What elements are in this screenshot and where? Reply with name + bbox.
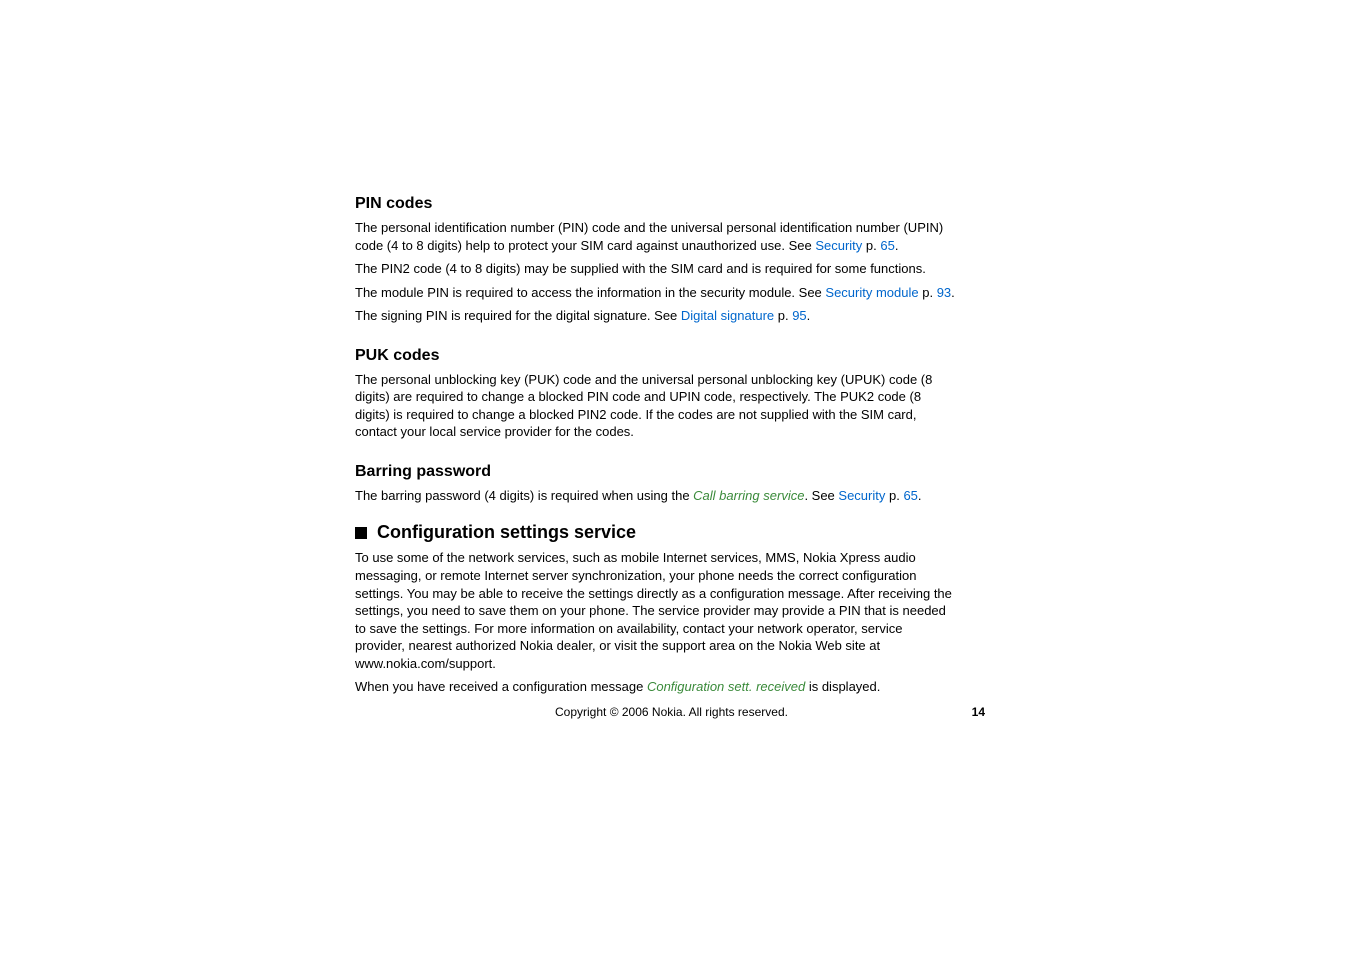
paragraph: The module PIN is required to access the… [355,284,955,302]
text: . [918,488,922,503]
link-security-module[interactable]: Security module [825,285,918,300]
text: The signing PIN is required for the digi… [355,308,681,323]
text: . [951,285,955,300]
copyright-text: Copyright © 2006 Nokia. All rights reser… [555,705,788,719]
ui-term-call-barring-service: Call barring service [693,488,804,503]
link-security[interactable]: Security [838,488,885,503]
paragraph: The barring password (4 digits) is requi… [355,487,955,505]
paragraph: When you have received a configuration m… [355,678,955,696]
heading-barring-password: Barring password [355,463,955,481]
text: is displayed. [805,679,880,694]
link-page-93[interactable]: 93 [937,285,951,300]
link-digital-signature[interactable]: Digital signature [681,308,774,323]
link-security[interactable]: Security [815,238,862,253]
ui-term-configuration-received: Configuration sett. received [647,679,805,694]
link-page-65[interactable]: 65 [903,488,917,503]
heading-pin-codes: PIN codes [355,195,955,213]
text: The barring password (4 digits) is requi… [355,488,693,503]
text: When you have received a configuration m… [355,679,647,694]
paragraph: The personal unblocking key (PUK) code a… [355,371,955,441]
link-page-65[interactable]: 65 [880,238,894,253]
heading-puk-codes: PUK codes [355,347,955,365]
text: p. [862,238,880,253]
heading-text: Configuration settings service [377,522,636,542]
text: . [807,308,811,323]
paragraph: To use some of the network services, suc… [355,549,955,672]
paragraph: The signing PIN is required for the digi… [355,307,955,325]
text: The module PIN is required to access the… [355,285,825,300]
heading-configuration-settings-service: Configuration settings service [355,522,955,543]
paragraph: The personal identification number (PIN)… [355,219,955,254]
text: . See [804,488,838,503]
link-page-95[interactable]: 95 [792,308,806,323]
paragraph: The PIN2 code (4 to 8 digits) may be sup… [355,260,955,278]
text: . [895,238,899,253]
page-number: 14 [972,705,985,719]
text: p. [919,285,937,300]
text: p. [885,488,903,503]
document-body: PIN codes The personal identification nu… [355,195,955,702]
square-bullet-icon [355,527,367,539]
text: p. [774,308,792,323]
